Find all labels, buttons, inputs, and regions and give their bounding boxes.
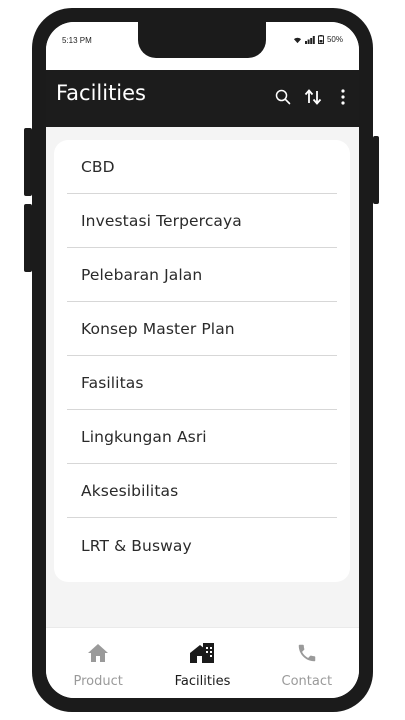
screen: 5:13 PM 50% Facilities CBD Investasi Ter… [46, 22, 359, 698]
nav-item-product[interactable]: Product [46, 628, 150, 698]
list-item-investasi-terpercaya[interactable]: Investasi Terpercaya [67, 194, 337, 248]
nav-label-product: Product [73, 674, 123, 689]
status-time: 5:13 PM [62, 36, 92, 45]
building-icon [189, 640, 215, 666]
status-bar: 5:13 PM 50% [46, 22, 359, 70]
list-item-pelebaran-jalan[interactable]: Pelebaran Jalan [67, 248, 337, 302]
list-item-aksesibilitas[interactable]: Aksesibilitas [67, 464, 337, 518]
app-bar-actions [273, 85, 353, 109]
facilities-list: CBD Investasi Terpercaya Pelebaran Jalan… [54, 140, 350, 574]
page-title: Facilities [56, 81, 146, 105]
list-item-fasilitas[interactable]: Fasilitas [67, 356, 337, 410]
signal-icon [304, 35, 315, 44]
system-icons: 50% [293, 35, 343, 44]
home-icon [87, 640, 109, 666]
phone-icon [296, 640, 318, 666]
volume-down-button [24, 204, 32, 272]
battery-icon [317, 35, 324, 44]
battery-percent: 50% [326, 35, 343, 44]
sort-icon[interactable] [303, 85, 323, 109]
list-item-cbd[interactable]: CBD [67, 140, 337, 194]
volume-up-button [24, 128, 32, 196]
search-icon[interactable] [273, 85, 293, 109]
wifi-icon [293, 36, 302, 44]
nav-label-facilities: Facilities [174, 674, 231, 689]
list-item-konsep-master-plan[interactable]: Konsep Master Plan [67, 302, 337, 356]
power-button [373, 136, 379, 204]
notch [138, 22, 266, 58]
facilities-card: CBD Investasi Terpercaya Pelebaran Jalan… [54, 140, 350, 582]
list-item-lrt-busway[interactable]: LRT & Busway [67, 518, 337, 574]
nav-item-contact[interactable]: Contact [255, 628, 359, 698]
bottom-nav: Product Facilities Contact [46, 627, 359, 698]
more-vert-icon[interactable] [333, 85, 353, 109]
phone-frame: 5:13 PM 50% Facilities CBD Investasi Ter… [32, 8, 373, 712]
nav-label-contact: Contact [281, 674, 333, 689]
app-bar: Facilities [46, 70, 359, 127]
list-item-lingkungan-asri[interactable]: Lingkungan Asri [67, 410, 337, 464]
nav-item-facilities[interactable]: Facilities [150, 628, 254, 698]
